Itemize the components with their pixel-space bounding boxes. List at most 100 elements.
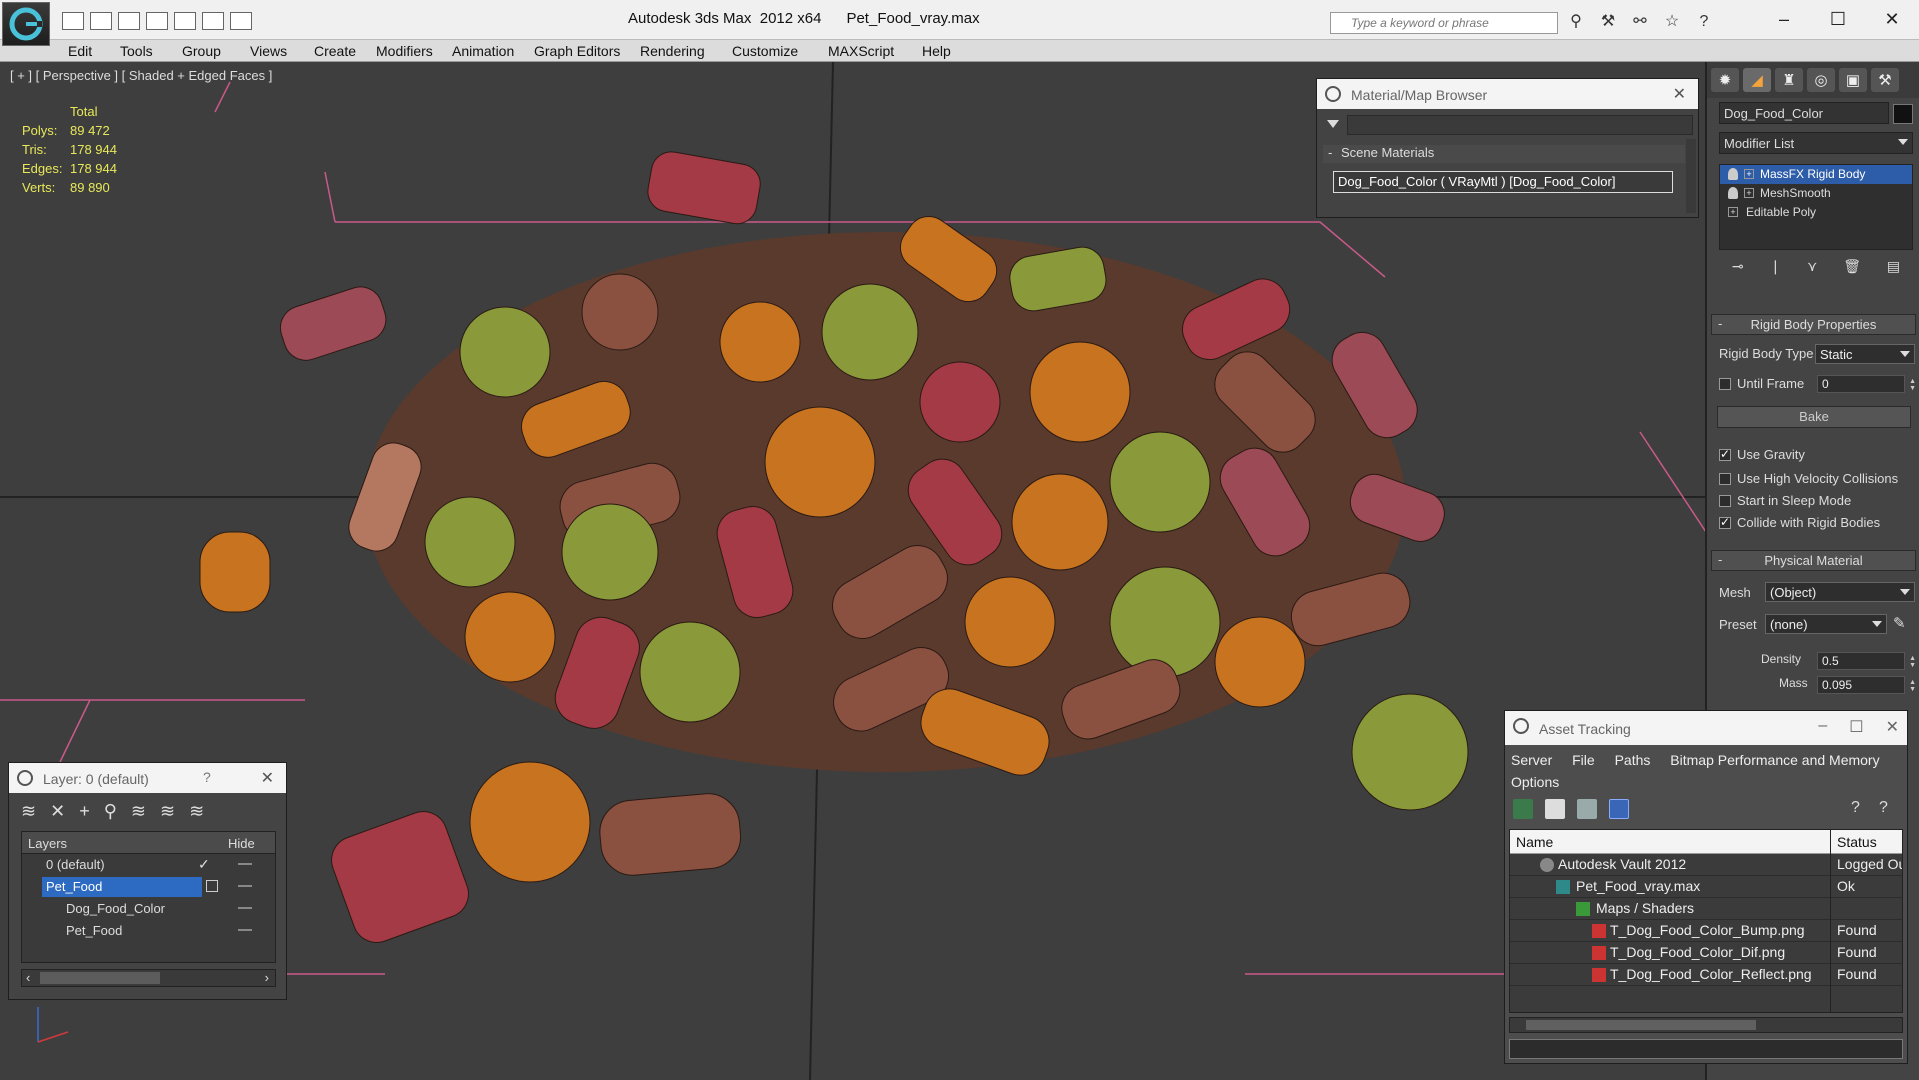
expand-icon[interactable]: + <box>1744 169 1754 179</box>
search-input[interactable]: Type a keyword or phrase <box>1330 12 1558 34</box>
material-search-input[interactable] <box>1347 115 1693 135</box>
col-name[interactable]: Name <box>1516 834 1553 850</box>
modify-tab-icon[interactable]: ◢ <box>1743 68 1771 92</box>
object-name-field[interactable]: Dog_Food_Color <box>1719 102 1889 124</box>
layer-row[interactable]: Pet_Food <box>22 876 275 898</box>
asset-row[interactable]: Autodesk Vault 2012 Logged Ou <box>1510 854 1902 876</box>
close-icon[interactable]: ✕ <box>1673 84 1686 104</box>
rigid-body-properties-rollout[interactable]: - Rigid Body Properties <box>1711 314 1916 335</box>
new-icon[interactable] <box>118 12 140 30</box>
menu-maxscript[interactable]: MAXScript <box>828 43 894 59</box>
help-icon[interactable]: ? <box>1693 12 1715 32</box>
col-layers[interactable]: Layers <box>28 836 67 851</box>
menu-modifiers[interactable]: Modifiers <box>376 43 433 59</box>
light-bulb-icon[interactable] <box>1728 168 1738 180</box>
menu-animation[interactable]: Animation <box>452 43 514 59</box>
hierarchy-tab-icon[interactable]: ♜ <box>1775 68 1803 92</box>
freeze-layers-icon[interactable]: ≋ <box>189 801 204 822</box>
app-logo-icon[interactable] <box>2 2 50 46</box>
motion-tab-icon[interactable]: ◎ <box>1807 68 1835 92</box>
viewport-label[interactable]: [ + ] [ Perspective ] [ Shaded + Edged F… <box>10 68 272 83</box>
close-button[interactable]: ✕ <box>1886 717 1899 737</box>
material-item[interactable]: Dog_Food_Color ( VRayMtl ) [Dog_Food_Col… <box>1333 171 1673 193</box>
sleep-mode-checkbox[interactable] <box>1719 495 1731 507</box>
high-velocity-checkbox[interactable] <box>1719 473 1731 485</box>
layer-titlebar[interactable]: Layer: 0 (default) ? ✕ <box>9 763 286 793</box>
menu-group[interactable]: Group <box>182 43 221 59</box>
make-unique-icon[interactable]: ⋎ <box>1807 258 1817 275</box>
physical-material-rollout[interactable]: - Physical Material <box>1711 550 1916 571</box>
filter-options-icon[interactable] <box>1327 120 1339 128</box>
communication-center-icon[interactable]: ⚒ <box>1597 12 1619 32</box>
minimize-button[interactable]: – <box>1818 717 1827 737</box>
asset-row[interactable]: T_Dog_Food_Color_Bump.png Found <box>1510 920 1902 942</box>
create-layer-icon[interactable]: ≋ <box>21 801 36 822</box>
menu-help[interactable]: Help <box>922 43 951 59</box>
customize-toolbar-icon[interactable] <box>230 12 252 30</box>
save-icon[interactable] <box>90 12 112 30</box>
close-button[interactable]: ✕ <box>1865 0 1919 38</box>
close-icon[interactable]: ✕ <box>261 768 274 788</box>
thumbnail-view-icon[interactable] <box>1577 799 1597 819</box>
menu-tools[interactable]: Tools <box>120 43 153 59</box>
asset-menu-options[interactable]: Options <box>1511 774 1559 790</box>
remove-modifier-icon[interactable]: 🗑 <box>1843 258 1861 275</box>
list-view-icon[interactable] <box>1545 799 1565 819</box>
layer-row[interactable]: 0 (default) ✓ <box>22 854 275 876</box>
expand-icon[interactable]: + <box>1728 207 1738 217</box>
bake-button[interactable]: Bake <box>1717 406 1911 428</box>
set-current-checkbox[interactable] <box>206 880 218 892</box>
menu-rendering[interactable]: Rendering <box>640 43 705 59</box>
refresh-icon[interactable] <box>1513 799 1533 819</box>
until-frame-checkbox[interactable] <box>1719 378 1731 390</box>
help-button[interactable]: ? <box>203 769 211 785</box>
layer-horizontal-scrollbar[interactable]: ‹ › <box>21 969 276 987</box>
material-browser-scrollbar[interactable] <box>1686 139 1696 213</box>
expand-icon[interactable]: + <box>1744 188 1754 198</box>
asset-row[interactable]: Pet_Food_vray.max Ok <box>1510 876 1902 898</box>
maximize-button[interactable]: ☐ <box>1849 717 1863 737</box>
open-icon[interactable] <box>62 12 84 30</box>
undo-icon[interactable] <box>174 12 196 30</box>
density-spinner[interactable]: 0.5 ▲ ▼ <box>1817 652 1916 670</box>
pin-stack-icon[interactable]: ⊸ <box>1732 258 1744 275</box>
col-hide[interactable]: Hide <box>228 836 255 851</box>
asset-row[interactable]: T_Dog_Food_Color_Reflect.png Found <box>1510 964 1902 986</box>
until-frame-spinner[interactable]: 0 ▲ ▼ <box>1817 375 1916 393</box>
maximize-button[interactable]: ☐ <box>1811 0 1865 38</box>
display-tab-icon[interactable]: ▣ <box>1839 68 1867 92</box>
highlight-layer-icon[interactable]: ≋ <box>131 801 146 822</box>
delete-layer-icon[interactable]: ✕ <box>50 801 65 822</box>
hold-icon[interactable] <box>146 12 168 30</box>
asset-horizontal-scrollbar[interactable] <box>1509 1017 1903 1033</box>
scene-materials-group[interactable]: - Scene Materials <box>1323 145 1685 163</box>
add-to-layer-icon[interactable]: + <box>79 801 90 822</box>
table-view-icon[interactable] <box>1609 799 1629 819</box>
eyedropper-icon[interactable]: ✎ <box>1893 614 1906 632</box>
redo-icon[interactable] <box>202 12 224 30</box>
hide-layers-icon[interactable]: ≋ <box>160 801 175 822</box>
asset-menu-file[interactable]: File <box>1572 752 1595 768</box>
menu-graph-editors[interactable]: Graph Editors <box>534 43 620 59</box>
utilities-tab-icon[interactable]: ⚒ <box>1871 68 1899 92</box>
menu-customize[interactable]: Customize <box>732 43 798 59</box>
configure-modifier-sets-icon[interactable]: ▤ <box>1887 258 1900 275</box>
show-end-result-icon[interactable]: ❘ <box>1770 258 1782 275</box>
modifier-list-dropdown[interactable]: Modifier List <box>1719 132 1913 154</box>
binoculars-icon[interactable]: ⚲ <box>1565 12 1587 32</box>
create-tab-icon[interactable]: ✹ <box>1711 68 1739 92</box>
scroll-left-icon[interactable]: ‹ <box>26 970 30 985</box>
asset-row[interactable]: T_Dog_Food_Color_Dif.png Found <box>1510 942 1902 964</box>
asset-path-field[interactable] <box>1509 1039 1903 1059</box>
subscription-icon[interactable]: ⚯ <box>1629 12 1651 32</box>
layer-object-row[interactable]: Dog_Food_Color <box>22 898 275 920</box>
use-gravity-checkbox[interactable] <box>1719 447 1731 461</box>
light-bulb-icon[interactable] <box>1728 187 1738 199</box>
mesh-select[interactable]: (Object) <box>1765 582 1915 602</box>
asset-menu-bitmap[interactable]: Bitmap Performance and Memory <box>1670 752 1879 768</box>
layer-object-row[interactable]: Pet_Food <box>22 920 275 942</box>
collide-checkbox[interactable] <box>1719 515 1731 529</box>
menu-create[interactable]: Create <box>314 43 356 59</box>
asset-menu-paths[interactable]: Paths <box>1615 752 1651 768</box>
material-browser-titlebar[interactable]: Material/Map Browser ✕ <box>1317 79 1698 109</box>
